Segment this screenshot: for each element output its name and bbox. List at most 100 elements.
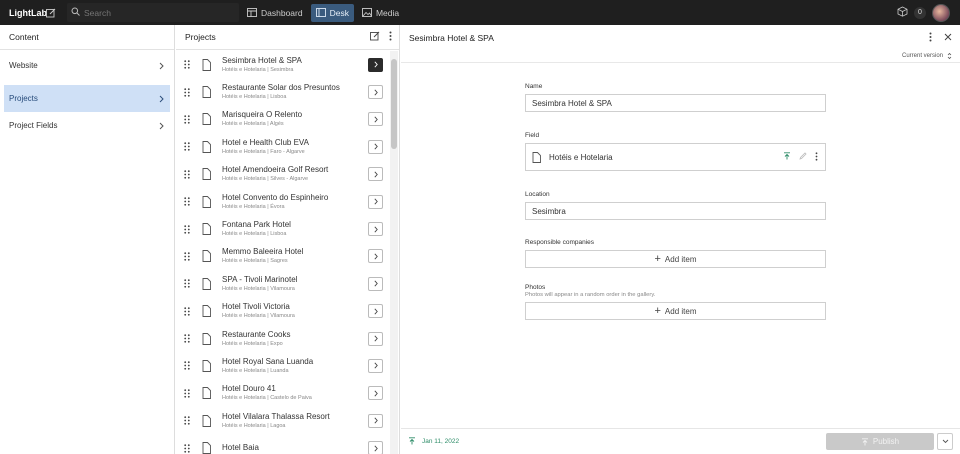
list-item[interactable]: Fontana Park Hotel Hotéis e Hotelaria | L… bbox=[176, 215, 390, 242]
chevron-right-icon bbox=[373, 308, 378, 315]
open-item-button[interactable] bbox=[368, 331, 383, 346]
list-item[interactable]: Hotel Tivoli Victoria Hotéis e Hotelaria … bbox=[176, 298, 390, 325]
list-item[interactable]: Hotel Royal Sana Luanda Hotéis e Hotelari… bbox=[176, 352, 390, 379]
sidebar-item-project-fields[interactable]: Project Fields bbox=[4, 112, 170, 139]
more-vertical-icon[interactable] bbox=[815, 151, 818, 163]
chevron-right-icon bbox=[159, 62, 164, 69]
open-item-button[interactable] bbox=[368, 112, 383, 127]
drag-handle-icon[interactable] bbox=[176, 334, 196, 343]
avatar[interactable] bbox=[932, 3, 950, 22]
drag-handle-icon[interactable] bbox=[176, 443, 196, 453]
document-footer: Jan 11, 2022 Publish bbox=[401, 428, 960, 454]
open-item-button[interactable] bbox=[368, 194, 383, 209]
open-item-button[interactable] bbox=[368, 139, 383, 154]
list-item-subtitle: Hotéis e Hotelaria | Faro - Algarve bbox=[222, 148, 305, 155]
tab-media[interactable]: Media bbox=[357, 4, 404, 22]
compose-icon[interactable] bbox=[43, 5, 59, 21]
close-icon[interactable] bbox=[944, 33, 952, 43]
list-item[interactable]: Hotel e Health Club EVA Hotéis e Hotelari… bbox=[176, 133, 390, 160]
drag-handle-icon[interactable] bbox=[176, 197, 196, 206]
notification-badge[interactable]: 0 bbox=[914, 6, 926, 19]
list-item[interactable]: Marisqueira O Relento Hotéis e Hotelaria … bbox=[176, 106, 390, 133]
list-item[interactable]: Sesimbra Hotel & SPA Hotéis e Hotelaria |… bbox=[176, 51, 390, 78]
list-item[interactable]: Hotel Baia bbox=[176, 434, 390, 454]
photos-description: Photos will appear in a random order in … bbox=[525, 292, 656, 298]
search-box[interactable] bbox=[67, 3, 239, 22]
more-vertical-icon[interactable] bbox=[929, 32, 932, 44]
document-form: Name Sesimbra Hotel & SPA Field Hotéis e… bbox=[525, 83, 826, 320]
drag-handle-icon[interactable] bbox=[176, 115, 196, 124]
brand-logo[interactable]: LightLab bbox=[0, 8, 47, 18]
list-item[interactable]: Memmo Baleeira Hotel Hotéis e Hotelaria |… bbox=[176, 243, 390, 270]
add-photo-button[interactable]: + Add item bbox=[525, 302, 826, 320]
tab-dashboard[interactable]: Dashboard bbox=[242, 4, 308, 22]
open-item-button[interactable] bbox=[368, 358, 383, 373]
drag-handle-icon[interactable] bbox=[176, 416, 196, 425]
project-list: Sesimbra Hotel & SPA Hotéis e Hotelaria |… bbox=[176, 51, 390, 454]
name-label: Name bbox=[525, 83, 543, 90]
list-item-title: Hotel Amendoeira Golf Resort bbox=[222, 165, 329, 175]
list-item-subtitle: Hotéis e Hotelaria | Lagoa bbox=[222, 422, 286, 429]
drag-handle-icon[interactable] bbox=[176, 87, 196, 97]
document-icon bbox=[198, 332, 214, 345]
sidebar-item-label: Website bbox=[9, 61, 38, 70]
publish-options-button[interactable] bbox=[937, 433, 953, 450]
list-item-subtitle: Hotéis e Hotelaria | Lisboa bbox=[222, 231, 287, 238]
list-item[interactable]: Hotel Douro 41 Hotéis e Hotelaria | Caste… bbox=[176, 380, 390, 407]
open-item-button[interactable] bbox=[368, 276, 383, 291]
open-item-button[interactable] bbox=[368, 222, 383, 237]
document-icon bbox=[198, 442, 214, 454]
open-item-button[interactable] bbox=[368, 167, 383, 182]
open-item-button[interactable] bbox=[368, 441, 383, 454]
chevron-up-down-icon bbox=[947, 52, 952, 60]
list-item-subtitle: Hotéis e Hotelaria | Luanda bbox=[222, 367, 289, 374]
drag-handle-icon[interactable] bbox=[176, 170, 196, 179]
sidebar-item-projects[interactable]: Projects bbox=[4, 85, 170, 112]
field-label: Field bbox=[525, 132, 540, 139]
open-item-button[interactable] bbox=[368, 57, 383, 72]
drag-handle-icon[interactable] bbox=[176, 142, 196, 152]
list-item-subtitle: Hotéis e Hotelaria | Expo bbox=[222, 340, 283, 347]
drag-handle-icon[interactable] bbox=[176, 252, 196, 261]
drag-handle-icon[interactable] bbox=[176, 361, 196, 371]
open-item-button[interactable] bbox=[368, 386, 383, 401]
list-item[interactable]: Restaurante Solar dos Presuntos Hotéis e … bbox=[176, 78, 390, 105]
package-icon[interactable] bbox=[897, 6, 908, 19]
list-item-subtitle: Hotéis e Hotelaria | Castelo de Paiva bbox=[222, 395, 312, 402]
open-item-button[interactable] bbox=[368, 85, 383, 100]
drag-handle-icon[interactable] bbox=[176, 224, 196, 234]
scrollbar-thumb[interactable] bbox=[391, 59, 397, 149]
tab-dashboard-label: Dashboard bbox=[261, 7, 303, 18]
list-item[interactable]: SPA - Tivoli Marinotel Hotéis e Hotelaria… bbox=[176, 270, 390, 297]
open-item-button[interactable] bbox=[368, 249, 383, 264]
edit-pencil-icon[interactable] bbox=[799, 152, 807, 162]
tab-desk[interactable]: Desk bbox=[310, 3, 354, 22]
tab-media-label: Media bbox=[375, 7, 400, 18]
open-item-button[interactable] bbox=[368, 413, 383, 428]
list-item[interactable]: Restaurante Cooks Hotéis e Hotelaria | Ex… bbox=[176, 325, 390, 352]
list-item[interactable]: Hotel Convento do Espinheiro Hotéis e Hot… bbox=[176, 188, 390, 215]
document-icon bbox=[198, 414, 214, 427]
list-item[interactable]: Hotel Vilalara Thalassa Resort Hotéis e H… bbox=[176, 407, 390, 434]
publish-button[interactable]: Publish bbox=[826, 433, 934, 450]
scrollbar[interactable] bbox=[390, 51, 398, 454]
compose-icon[interactable] bbox=[370, 31, 380, 43]
sidebar-item-website[interactable]: Website bbox=[4, 52, 170, 79]
drag-handle-icon[interactable] bbox=[176, 60, 196, 69]
search-input[interactable] bbox=[84, 7, 234, 18]
content-pane: Content Website Projects Project Fields bbox=[0, 25, 175, 454]
list-item-title: Marisqueira O Relento bbox=[222, 110, 303, 120]
version-selector[interactable]: Current version bbox=[401, 50, 960, 62]
more-vertical-icon[interactable] bbox=[389, 31, 392, 43]
drag-handle-icon[interactable] bbox=[176, 389, 196, 398]
drag-handle-icon[interactable] bbox=[176, 279, 196, 289]
drag-handle-icon[interactable] bbox=[176, 307, 196, 316]
list-item[interactable]: Hotel Amendoeira Golf Resort Hotéis e Hot… bbox=[176, 161, 390, 188]
location-field[interactable]: Sesimbra bbox=[525, 202, 826, 220]
field-reference[interactable]: Hotéis e Hotelaria bbox=[525, 143, 826, 171]
name-field[interactable]: Sesimbra Hotel & SPA bbox=[525, 94, 826, 112]
open-item-button[interactable] bbox=[368, 304, 383, 319]
chevron-right-icon bbox=[373, 143, 378, 150]
add-company-button[interactable]: + Add item bbox=[525, 250, 826, 268]
chevron-right-icon bbox=[373, 116, 378, 123]
